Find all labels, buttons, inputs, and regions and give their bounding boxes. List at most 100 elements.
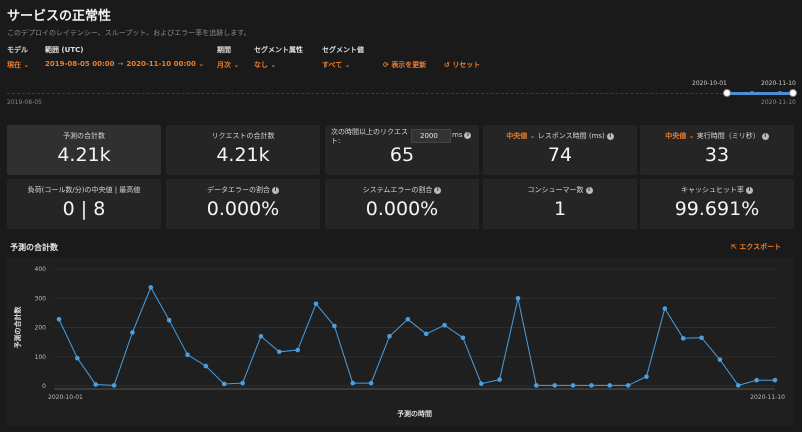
y-tick-label: 300 [35, 295, 47, 302]
range-picker[interactable]: 2019-08-05 00:00 → 2020-11-10 00:00 ⌄ [45, 60, 204, 68]
metric-unit: ms i [452, 131, 472, 139]
metric-label: リクエストの合計数 [211, 132, 275, 140]
info-icon: i [464, 131, 472, 139]
data-point [478, 381, 484, 386]
info-icon: i [585, 186, 593, 194]
segment-attr-dropdown[interactable]: なし ⌄ [254, 60, 276, 70]
threshold-input[interactable]: 2000 [411, 129, 451, 143]
series-points [56, 285, 778, 388]
page-subtitle: このデプロイのレイテンシー、スループット、およびエラー率を追跡します。 [7, 29, 251, 37]
reset-button[interactable]: ↺ リセット [444, 60, 480, 70]
metric-card-total-predictions[interactable]: 予測の合計数 4.21k [7, 125, 161, 175]
timeline-start-label: 2019-08-05 [7, 99, 42, 106]
data-point [772, 377, 778, 383]
range-start[interactable]: 2019-08-05 00:00 [45, 60, 115, 68]
data-point [754, 377, 759, 383]
data-point [56, 317, 62, 322]
data-point [680, 336, 686, 341]
metric-value: 0.000% [365, 198, 439, 220]
metric-value: 99.691% [674, 198, 760, 220]
metric-label: 予測の合計数 [63, 132, 105, 140]
data-point [442, 322, 447, 328]
metric-value: 0 | 8 [62, 198, 106, 220]
metric-value: 1 [553, 198, 567, 220]
median-dropdown[interactable]: 中央値 ⌄ [506, 132, 535, 140]
timeline-selection-start-label: 2020-10-01 [692, 80, 727, 87]
data-point [203, 363, 209, 369]
metric-value: 4.21k [57, 144, 111, 166]
data-point [277, 349, 282, 355]
metric-value: 0.000% [206, 198, 280, 220]
data-point [332, 323, 337, 329]
model-dropdown[interactable]: 現在 ⌄ [7, 60, 29, 70]
metric-card-cache-hit-rate[interactable]: キャッシュヒット率 i 99.691% [640, 179, 794, 229]
data-point [460, 335, 466, 341]
data-point [515, 295, 521, 301]
timeline-selection-end-label: 2020-11-10 [761, 80, 796, 87]
info-icon: i [434, 186, 442, 194]
metric-value: 65 [389, 144, 415, 166]
metric-card-load[interactable]: 負荷(コール数/分)の中央値 | 最高値 0 | 8 [7, 179, 161, 229]
y-tick-label: 0 [42, 383, 46, 390]
series-line [58, 286, 775, 386]
x-tick-label-end: 2020-11-10 [750, 394, 785, 401]
data-point [295, 347, 300, 353]
metric-card-total-requests[interactable]: リクエストの合計数 4.21k [166, 125, 320, 175]
metric-value: 74 [547, 144, 573, 166]
header: サービスの正常性 このデプロイのレイテンシー、スループット、およびエラー率を追跡… [0, 0, 802, 118]
data-point [93, 382, 99, 387]
data-point [570, 383, 576, 388]
period-dropdown[interactable]: 月次 ⌄ [217, 60, 239, 70]
x-tick-label-start: 2020-10-01 [48, 394, 83, 401]
timeline-end-handle[interactable] [789, 89, 797, 97]
timeline-selected-range[interactable] [727, 92, 793, 95]
metric-card-system-error-rate[interactable]: システムエラーの割合 i 0.000% [325, 179, 479, 229]
segment-value-dropdown[interactable]: すべて ⌄ [322, 60, 351, 70]
metric-label: 中央値 ⌄ レスポンス時間 (ms) i [483, 131, 637, 141]
data-point [607, 383, 613, 388]
data-point [552, 383, 557, 388]
metric-label: 負荷(コール数/分)の中央値 | 最高値 [27, 186, 141, 194]
data-point [350, 380, 356, 386]
export-icon: ⇱ [731, 243, 737, 251]
data-point [111, 383, 117, 388]
timeline-track[interactable] [7, 93, 793, 94]
info-icon: i [272, 186, 279, 194]
metric-label: キャッシュヒット率 i [640, 185, 794, 195]
data-point [185, 352, 190, 358]
chart-title: 予測の合計数 [10, 243, 58, 252]
page-title: サービスの正常性 [7, 9, 112, 24]
y-tick-label: 100 [35, 354, 47, 361]
info-icon: i [761, 132, 769, 140]
reset-label: リセット [452, 61, 481, 69]
data-point [130, 330, 135, 335]
export-button[interactable]: ⇱ エクスポート [731, 242, 781, 252]
data-point [497, 377, 502, 382]
info-icon: i [746, 186, 753, 194]
metric-card-data-error-rate[interactable]: データエラーの割合 i 0.000% [166, 179, 320, 229]
data-point [625, 383, 631, 388]
metric-card-execution-time[interactable]: 中央値 ⌄ 実行時間（ミリ秒） i 33 [640, 125, 794, 175]
metric-card-consumers[interactable]: コンシューマー数 i 1 [483, 179, 637, 229]
chart-panel: 0 100 200 300 400 2020-10-01 2020-11-10 予測の時… [7, 258, 793, 426]
metric-label: コンシューマー数 i [483, 185, 637, 195]
data-point [240, 380, 245, 386]
segment-value-label: セグメント値 [322, 46, 364, 54]
median-dropdown[interactable]: 中央値 ⌄ [665, 132, 694, 140]
data-point [534, 383, 539, 388]
data-point [423, 331, 429, 337]
line-chart[interactable]: 0 100 200 300 400 2020-10-01 2020-11-10 予測の時… [7, 258, 793, 426]
y-axis-ticks: 0 100 200 300 400 [35, 266, 47, 390]
range-arrow: → [117, 60, 124, 68]
refresh-label: 表示を更新 [391, 61, 427, 69]
data-point [221, 381, 227, 387]
data-point [75, 355, 80, 361]
range-end[interactable]: 2020-11-10 00:00 ⌄ [126, 60, 204, 68]
metric-card-slow-requests[interactable]: 次の時間以上のリクエスト: ms i 65 [325, 125, 479, 175]
refresh-button[interactable]: ⟳ 表示を更新 [383, 60, 426, 70]
metric-card-response-time[interactable]: 中央値 ⌄ レスポンス時間 (ms) i 74 [483, 125, 637, 175]
metric-value: 4.21k [216, 144, 270, 166]
timeline-point [750, 91, 754, 95]
segment-attr-label: セグメント属性 [254, 46, 303, 54]
timeline-start-handle[interactable] [723, 89, 731, 97]
